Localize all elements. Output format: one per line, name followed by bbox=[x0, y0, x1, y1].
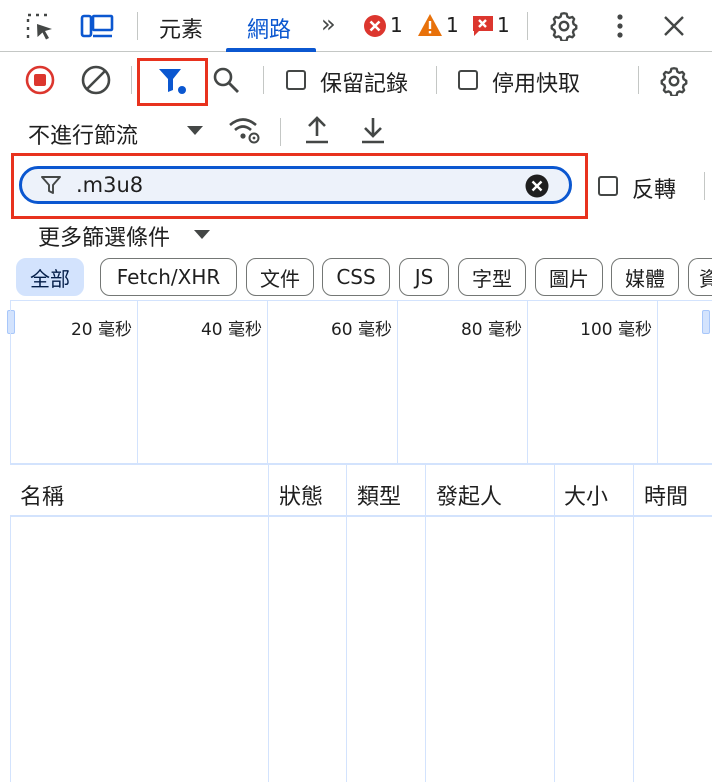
separator bbox=[263, 66, 264, 94]
more-vert-icon[interactable] bbox=[607, 11, 633, 41]
column-divider[interactable] bbox=[633, 463, 634, 782]
overview-gridline bbox=[137, 301, 138, 464]
more-tabs-icon[interactable]: » bbox=[321, 10, 336, 38]
warning-count: 1 bbox=[446, 13, 459, 37]
chip-js[interactable]: JS bbox=[399, 258, 449, 296]
invert-checkbox[interactable] bbox=[598, 176, 618, 196]
disable-cache-label[interactable]: 停用快取 bbox=[492, 66, 580, 98]
overview-tick-label: 100 毫秒 bbox=[580, 320, 652, 340]
more-filters-button[interactable]: 更多篩選條件 bbox=[38, 220, 170, 252]
close-icon[interactable] bbox=[660, 12, 688, 40]
timeline-overview[interactable]: 20 毫秒 40 毫秒 60 毫秒 80 毫秒 100 毫秒 bbox=[10, 300, 712, 464]
overview-right-handle[interactable] bbox=[702, 310, 710, 334]
inspect-element-icon[interactable] bbox=[24, 11, 56, 43]
separator bbox=[704, 172, 705, 200]
search-icon[interactable] bbox=[210, 64, 242, 96]
invert-label[interactable]: 反轉 bbox=[632, 172, 676, 204]
network-conditions-icon[interactable] bbox=[226, 114, 262, 146]
preserve-log-label[interactable]: 保留記錄 bbox=[320, 66, 408, 98]
separator bbox=[131, 66, 132, 94]
separator bbox=[527, 12, 528, 40]
column-initiator[interactable]: 發起人 bbox=[436, 479, 502, 511]
record-stop-icon[interactable] bbox=[24, 64, 56, 96]
overview-gridline bbox=[527, 301, 528, 464]
tab-elements[interactable]: 元素 bbox=[159, 12, 203, 44]
chip-image[interactable]: 圖片 bbox=[535, 258, 603, 296]
requests-table-header: 名稱 狀態 類型 發起人 大小 時間 bbox=[10, 463, 712, 517]
overview-gridline bbox=[267, 301, 268, 464]
overview-gridline bbox=[657, 301, 658, 464]
column-divider[interactable] bbox=[554, 463, 555, 782]
more-filters-dropdown-icon[interactable] bbox=[192, 228, 212, 242]
chip-media[interactable]: 媒體 bbox=[611, 258, 679, 296]
column-status[interactable]: 狀態 bbox=[279, 479, 323, 511]
preserve-log-checkbox[interactable] bbox=[286, 70, 306, 90]
tab-network[interactable]: 網路 bbox=[247, 12, 291, 44]
overview-gridline bbox=[397, 301, 398, 464]
chip-manifest[interactable]: 資 bbox=[688, 258, 712, 296]
settings-icon[interactable] bbox=[548, 10, 580, 42]
throttle-select[interactable]: 不進行節流 bbox=[28, 118, 138, 150]
error-icon[interactable] bbox=[363, 14, 387, 38]
separator bbox=[638, 66, 639, 94]
column-size[interactable]: 大小 bbox=[564, 479, 608, 511]
export-har-icon[interactable] bbox=[358, 114, 388, 146]
chip-fetch-xhr[interactable]: Fetch/XHR bbox=[100, 258, 237, 296]
import-har-icon[interactable] bbox=[302, 114, 332, 146]
overview-tick-label: 80 毫秒 bbox=[460, 320, 522, 340]
column-type[interactable]: 類型 bbox=[357, 479, 401, 511]
column-divider[interactable] bbox=[346, 463, 347, 782]
dropdown-arrow-icon[interactable] bbox=[185, 124, 205, 138]
separator bbox=[137, 12, 138, 40]
chip-document[interactable]: 文件 bbox=[246, 258, 314, 296]
column-name[interactable]: 名稱 bbox=[20, 479, 64, 511]
overview-tick-label: 40 毫秒 bbox=[200, 320, 262, 340]
filter-funnel-icon bbox=[40, 174, 62, 196]
filter-button-highlight bbox=[137, 58, 208, 106]
overview-tick-label: 20 毫秒 bbox=[70, 320, 132, 340]
separator bbox=[280, 118, 281, 146]
column-divider[interactable] bbox=[268, 463, 269, 782]
network-settings-icon[interactable] bbox=[657, 64, 691, 98]
issue-count: 1 bbox=[497, 13, 510, 37]
filter-input-container[interactable] bbox=[19, 166, 572, 204]
error-count: 1 bbox=[390, 13, 403, 37]
warning-icon[interactable] bbox=[417, 13, 443, 37]
overview-left-handle[interactable] bbox=[7, 310, 15, 334]
separator bbox=[436, 66, 437, 94]
overview-tick-label: 60 毫秒 bbox=[330, 320, 392, 340]
clear-icon[interactable] bbox=[80, 64, 112, 96]
chip-font[interactable]: 字型 bbox=[458, 258, 526, 296]
chip-all[interactable]: 全部 bbox=[16, 258, 84, 296]
disable-cache-checkbox[interactable] bbox=[458, 70, 478, 90]
chip-css[interactable]: CSS bbox=[322, 258, 390, 296]
column-time[interactable]: 時間 bbox=[644, 479, 688, 511]
device-toolbar-icon[interactable] bbox=[80, 11, 114, 43]
devtools-tab-bar: 元素 網路 » 1 1 1 bbox=[0, 0, 712, 52]
panel-left-border bbox=[10, 300, 11, 782]
filter-input[interactable] bbox=[76, 171, 516, 199]
column-divider[interactable] bbox=[425, 463, 426, 782]
clear-filter-icon[interactable] bbox=[524, 173, 550, 199]
issue-icon[interactable] bbox=[471, 14, 495, 38]
